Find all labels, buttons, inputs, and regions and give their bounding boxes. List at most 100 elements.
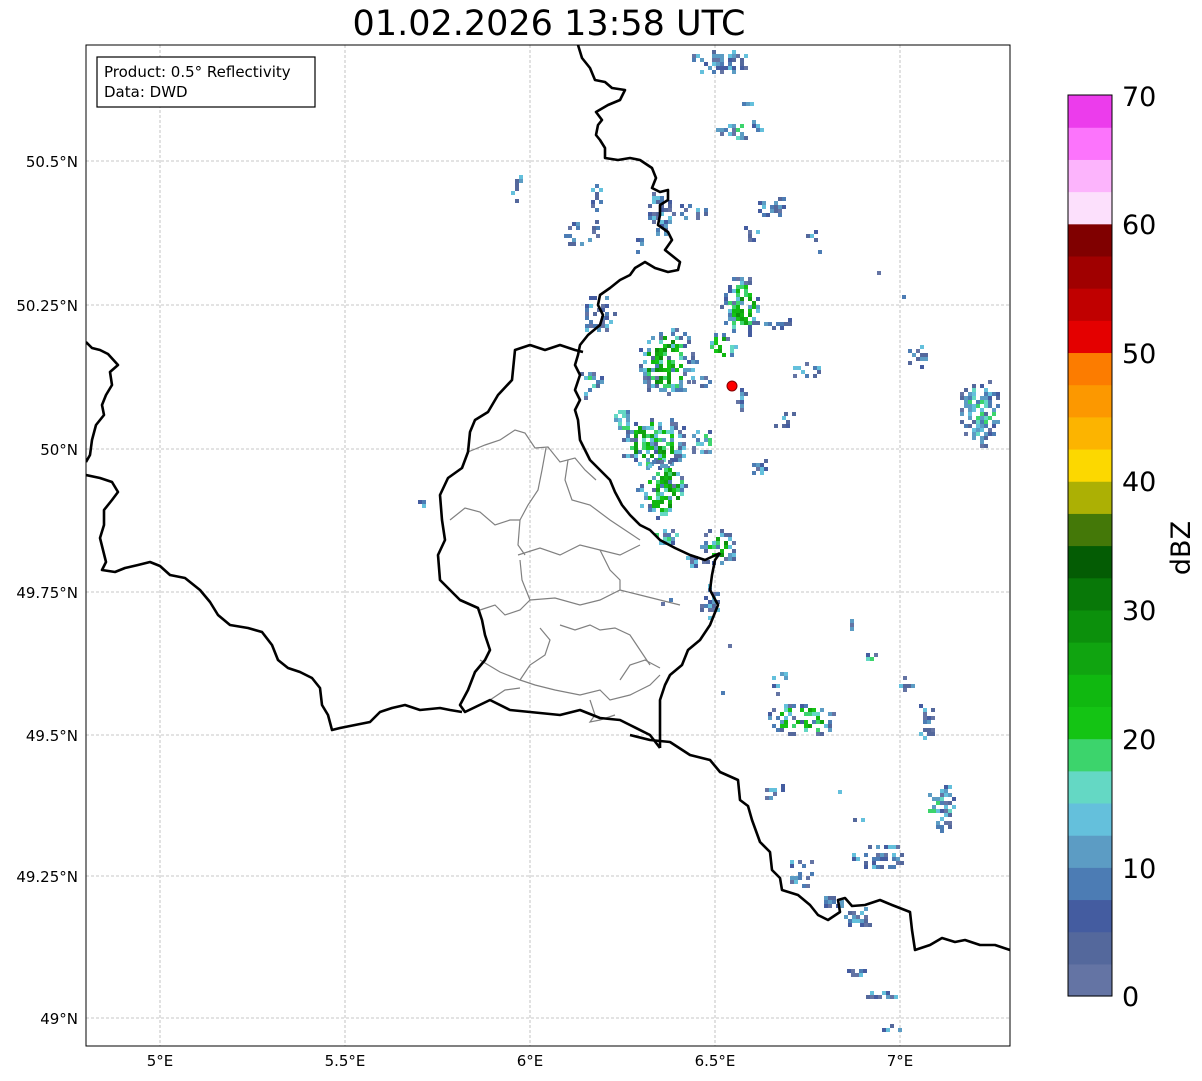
echo-pixel — [762, 201, 766, 205]
echo-pixel — [720, 533, 724, 537]
echo-pixel — [704, 541, 708, 545]
echo-pixel — [964, 404, 968, 408]
echo-pixel — [736, 128, 740, 132]
echo-pixel — [682, 442, 686, 446]
lat-tick: 50°N — [40, 441, 78, 459]
echo-pixel — [639, 348, 643, 352]
echo-pixel — [595, 196, 599, 200]
lat-tick-labels: 50.5°N 50.25°N 50°N 49.75°N 49.5°N 49.25… — [16, 153, 78, 1028]
info-data-source: Data: DWD — [104, 83, 188, 101]
echo-pixel — [671, 360, 675, 364]
map-area[interactable] — [86, 45, 1010, 1046]
echo-pixel — [852, 857, 856, 861]
colorbar-tick: 0 — [1122, 982, 1139, 1013]
echo-pixel — [844, 915, 848, 919]
echo-pixel — [708, 442, 712, 446]
echo-pixel — [668, 496, 672, 500]
echo-pixel — [694, 560, 698, 564]
echo-pixel — [682, 434, 686, 438]
echo-pixel — [806, 234, 810, 238]
echo-pixel — [663, 348, 667, 352]
echo-pixel — [647, 384, 651, 388]
echo-pixel — [650, 434, 654, 438]
echo-pixel — [652, 196, 656, 200]
echo-pixel — [675, 388, 679, 392]
echo-pixel — [944, 809, 948, 813]
echo-pixel — [585, 304, 589, 308]
echo-pixel — [648, 212, 652, 216]
echo-pixel — [740, 321, 744, 325]
echo-pixel — [605, 296, 609, 300]
echo-pixel — [778, 213, 782, 217]
echo-pixel — [643, 376, 647, 380]
echo-pixel — [655, 348, 659, 352]
echo-pixel — [714, 341, 718, 345]
echo-pixel — [716, 592, 720, 596]
echo-pixel — [580, 242, 584, 246]
echo-pixel — [877, 271, 881, 275]
colorbar-tick: 70 — [1122, 82, 1156, 113]
echo-pixel — [980, 416, 984, 420]
echo-pixel — [728, 124, 732, 128]
echo-pixel — [659, 340, 663, 344]
colorbar-tick: 10 — [1122, 854, 1156, 885]
echo-pixel — [591, 188, 595, 192]
colorbar-segment — [1068, 963, 1112, 997]
echo-pixel — [648, 496, 652, 500]
echo-pixel — [690, 564, 694, 568]
echo-pixel — [972, 392, 976, 396]
echo-pixel — [656, 496, 660, 500]
echo-pixel — [704, 208, 708, 212]
echo-pixel — [980, 384, 984, 388]
echo-pixel — [654, 446, 658, 450]
echo-pixel — [655, 356, 659, 360]
echo-pixel — [655, 352, 659, 356]
echo-pixel — [884, 857, 888, 861]
echo-pixel — [668, 460, 672, 464]
echo-pixel — [762, 205, 766, 209]
echo-pixel — [704, 604, 708, 608]
echo-pixel — [642, 426, 646, 430]
echo-pixel — [584, 396, 588, 400]
echo-pixel — [656, 196, 660, 200]
echo-pixel — [634, 438, 638, 442]
radar-site-marker[interactable] — [726, 380, 738, 392]
echo-pixel — [724, 297, 728, 301]
echo-pixel — [700, 442, 704, 446]
echo-pixel — [605, 328, 609, 332]
echo-pixel — [674, 454, 678, 458]
echo-pixel — [988, 396, 992, 400]
echo-pixel — [788, 704, 792, 708]
echo-pixel — [732, 66, 736, 70]
echo-pixel — [704, 434, 708, 438]
echo-pixel — [768, 712, 772, 716]
echo-pixel — [736, 301, 740, 305]
echo-pixel — [788, 708, 792, 712]
echo-pixel — [660, 484, 664, 488]
echo-pixel — [646, 426, 650, 430]
echo-pixel — [728, 644, 732, 648]
echo-pixel — [769, 796, 773, 800]
echo-pixel — [800, 704, 804, 708]
echo-pixel — [756, 309, 760, 313]
echo-pixel — [748, 297, 752, 301]
echo-pixel — [661, 602, 665, 606]
echo-pixel — [663, 344, 667, 348]
echo-pixel — [663, 336, 667, 340]
echo-pixel — [976, 420, 980, 424]
echo-pixel — [976, 404, 980, 408]
echo-pixel — [722, 333, 726, 337]
echo-pixel — [732, 124, 736, 128]
echo-pixel — [670, 422, 674, 426]
echo-pixel — [960, 392, 964, 396]
echo-pixel — [656, 232, 660, 236]
echo-pixel — [662, 446, 666, 450]
echo-pixel — [714, 333, 718, 337]
echo-pixel — [585, 308, 589, 312]
echo-pixel — [764, 467, 768, 471]
echo-pixel — [744, 66, 748, 70]
echo-pixel — [920, 357, 924, 361]
echo-pixel — [923, 712, 927, 716]
echo-pixel — [660, 464, 664, 468]
echo-pixel — [772, 326, 776, 330]
